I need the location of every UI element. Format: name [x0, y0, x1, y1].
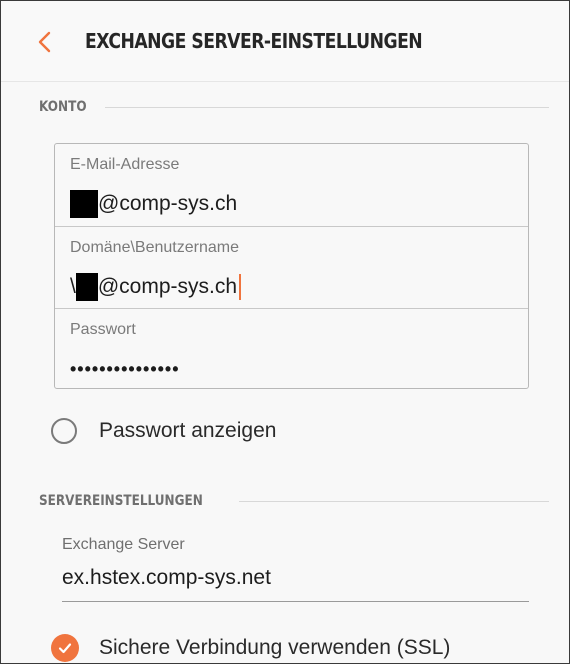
password-field-value[interactable]: •••••••••••••••	[70, 355, 180, 383]
username-domain-text: @comp-sys.ch	[97, 275, 238, 298]
ssl-label: Sichere Verbindung verwenden (SSL)	[99, 636, 451, 659]
redaction-block	[75, 273, 98, 301]
account-card: E-Mail-Adresse @comp-sys.ch Domäne\Benut…	[54, 143, 529, 389]
username-field[interactable]: Domäne\Benutzername \ @comp-sys.ch	[55, 226, 528, 308]
account-section-label: KONTO	[39, 99, 87, 115]
email-field[interactable]: E-Mail-Adresse @comp-sys.ch	[55, 144, 528, 226]
username-field-value[interactable]: \ @comp-sys.ch	[70, 273, 242, 301]
redaction-block	[70, 190, 98, 218]
email-domain-text: @comp-sys.ch	[98, 192, 238, 215]
page-title: EXCHANGE SERVER-EINSTELLUNGEN	[85, 29, 423, 53]
username-field-label: Domäne\Benutzername	[70, 239, 239, 256]
account-section-header: KONTO	[39, 97, 549, 117]
text-cursor	[239, 274, 242, 300]
email-field-label: E-Mail-Adresse	[70, 156, 180, 173]
exchange-server-field[interactable]: Exchange Server ex.hstex.comp-sys.net	[62, 528, 529, 602]
exchange-server-input[interactable]: ex.hstex.comp-sys.net	[62, 566, 271, 590]
radio-unchecked-icon[interactable]	[51, 418, 77, 444]
checkmark-icon	[58, 643, 72, 654]
settings-screen: EXCHANGE SERVER-EINSTELLUNGEN KONTO E-Ma…	[0, 0, 570, 664]
email-field-value[interactable]: @comp-sys.ch	[70, 190, 237, 218]
back-button[interactable]	[29, 25, 63, 59]
exchange-server-label: Exchange Server	[62, 536, 185, 553]
app-header: EXCHANGE SERVER-EINSTELLUNGEN	[1, 1, 569, 82]
input-underline	[62, 601, 529, 602]
show-password-label: Passwort anzeigen	[99, 419, 277, 442]
server-section-header: SERVEREINSTELLUNGEN	[39, 491, 549, 511]
checkbox-checked-icon[interactable]	[51, 634, 79, 662]
show-password-toggle[interactable]: Passwort anzeigen	[51, 414, 276, 448]
section-divider	[239, 501, 549, 502]
password-field-label: Passwort	[70, 321, 136, 338]
password-field[interactable]: Passwort •••••••••••••••	[55, 308, 528, 390]
server-section-label: SERVEREINSTELLUNGEN	[39, 493, 203, 509]
section-divider	[105, 107, 549, 108]
ssl-toggle[interactable]: Sichere Verbindung verwenden (SSL)	[51, 631, 451, 663]
chevron-left-icon	[38, 31, 51, 53]
